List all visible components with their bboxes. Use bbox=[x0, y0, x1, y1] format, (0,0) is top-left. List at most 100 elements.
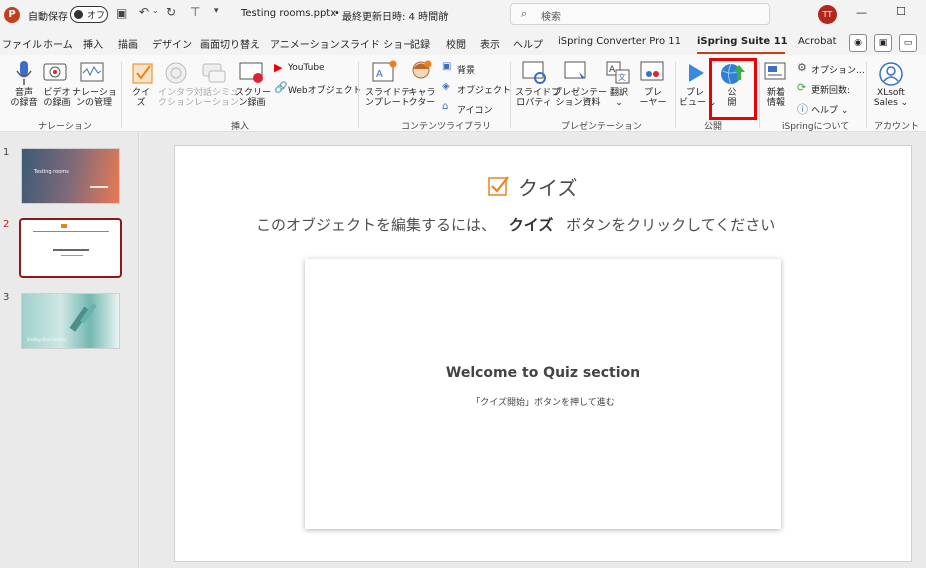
youtube-icon: ▶ bbox=[274, 61, 283, 74]
present-icon[interactable]: ⊤ bbox=[190, 5, 200, 19]
label-line: ズ bbox=[136, 98, 146, 108]
presentation-resources-button[interactable]: プレゼンテー ション資料 bbox=[553, 88, 607, 108]
save-icon[interactable]: ▣ bbox=[116, 6, 127, 20]
label-line: ンの管理 bbox=[75, 98, 112, 108]
group-divider bbox=[121, 62, 122, 128]
screen-record-button[interactable]: スクリー ン録画 bbox=[235, 88, 271, 108]
autosave-toggle[interactable]: オフ bbox=[70, 6, 108, 23]
label-line: ンプレート bbox=[365, 98, 410, 108]
slide-template-icon: A bbox=[372, 60, 397, 82]
slide-thumbnail-2-selected[interactable] bbox=[19, 218, 122, 278]
tab-animations[interactable]: アニメーション bbox=[270, 36, 340, 51]
tab-ispring-converter[interactable]: iSpring Converter Pro 11 bbox=[558, 36, 681, 47]
preview-button[interactable]: プレ ビュー ⌄ bbox=[679, 88, 716, 108]
title-separator: • bbox=[334, 8, 340, 19]
teams-share-icon[interactable]: ▣ bbox=[874, 34, 892, 52]
label-line: ビデオ bbox=[43, 88, 71, 98]
manage-narration-button[interactable]: ナレーショ ンの管理 bbox=[72, 88, 117, 108]
label-line: キャラ bbox=[408, 88, 436, 98]
search-box[interactable]: ⌕ 検索 bbox=[510, 3, 770, 25]
slide-number: 2 bbox=[3, 219, 10, 230]
label-line: 翻訳 bbox=[609, 88, 628, 98]
group-label-insert: 挿入 bbox=[231, 122, 250, 132]
player-button[interactable]: プレ ーヤー bbox=[638, 88, 668, 108]
instruction-after: ボタンをクリックしてください bbox=[566, 216, 776, 234]
group-label-presentation: プレゼンテーション bbox=[561, 122, 642, 132]
objects-icon: ◈ bbox=[442, 81, 450, 92]
background-button[interactable]: 背景 bbox=[457, 63, 475, 76]
undo-icon[interactable]: ↶ bbox=[139, 5, 149, 19]
thumbnail-quiz-icon bbox=[61, 224, 67, 228]
tab-view[interactable]: 表示 bbox=[480, 36, 500, 51]
tab-acrobat[interactable]: Acrobat bbox=[798, 36, 837, 47]
chevron-down-icon[interactable]: ⌄ bbox=[442, 8, 450, 19]
redo-icon[interactable]: ↻ bbox=[166, 5, 176, 19]
group-label-narration: ナレーション bbox=[38, 122, 92, 132]
comments-icon[interactable]: ▭ bbox=[899, 34, 917, 52]
account-button[interactable]: XLsoft Sales ⌄ bbox=[871, 88, 911, 108]
customize-toolbar-icon[interactable]: ▾ bbox=[214, 6, 219, 16]
interaction-button[interactable]: インタラ クション bbox=[158, 88, 194, 108]
thumbnail-text-line bbox=[61, 255, 83, 256]
thumbnail-text-line bbox=[90, 186, 108, 188]
label-line: クイ bbox=[131, 88, 150, 98]
narration-manager-icon bbox=[80, 62, 104, 82]
tab-home[interactable]: ホーム bbox=[43, 36, 73, 51]
options-button[interactable]: オプション… bbox=[811, 63, 865, 76]
label-line: XLsoft bbox=[877, 88, 905, 98]
tab-ispring-suite[interactable]: iSpring Suite 11 bbox=[697, 36, 788, 47]
quiz-card-subtitle: 「クイズ開始」ボタンを押して進む bbox=[471, 398, 615, 408]
slide-thumbnail-3[interactable]: Ending Quiz section bbox=[21, 293, 120, 349]
label-line: スライドテ bbox=[365, 88, 411, 98]
label-line: クター bbox=[408, 98, 436, 108]
last-saved-status[interactable]: 最終更新日時: 4 時間前 bbox=[342, 8, 448, 23]
screen-record-icon bbox=[239, 62, 263, 83]
microphone-icon bbox=[16, 61, 32, 85]
label-line: 新着 bbox=[766, 88, 785, 98]
group-label-account: アカウント bbox=[874, 122, 920, 132]
translate-button[interactable]: 翻訳 ⌄ bbox=[604, 88, 634, 108]
tab-file[interactable]: ファイル bbox=[2, 36, 42, 51]
dialog-simulation-button[interactable]: 対話シミュ レーション bbox=[194, 88, 239, 108]
record-icon[interactable]: ◉ bbox=[849, 34, 867, 52]
update-icon: ⟳ bbox=[797, 81, 807, 94]
label-line: プレ bbox=[643, 88, 662, 98]
publish-highlight-box bbox=[709, 58, 757, 120]
slide-template-button[interactable]: スライドテ ンプレート bbox=[365, 88, 411, 108]
tab-draw[interactable]: 描画 bbox=[118, 36, 138, 51]
svg-text:A: A bbox=[376, 69, 383, 80]
record-video-button[interactable]: ビデオ の録画 bbox=[38, 88, 76, 108]
instruction-quiz-bold: クイズ bbox=[508, 216, 554, 234]
web-object-button[interactable]: Webオブジェクト bbox=[288, 83, 362, 96]
tab-record[interactable]: 記録 bbox=[410, 36, 430, 51]
quiz-icon bbox=[132, 63, 153, 84]
tab-help[interactable]: ヘルプ bbox=[513, 36, 543, 51]
help-button[interactable]: ヘルプ ⌄ bbox=[811, 103, 848, 116]
objects-button[interactable]: オブジェクト bbox=[457, 83, 511, 96]
youtube-button[interactable]: YouTube bbox=[288, 63, 325, 73]
quiz-placeholder-card[interactable]: Welcome to Quiz section 「クイズ開始」ボタンを押して進む bbox=[305, 259, 781, 529]
label-line: スライドプ bbox=[515, 88, 561, 98]
undo-dropdown-icon[interactable]: ⌄ bbox=[152, 6, 159, 15]
minimize-icon[interactable]: — bbox=[856, 6, 867, 19]
tab-insert[interactable]: 挿入 bbox=[83, 36, 103, 51]
slide-properties-button[interactable]: スライドプ ロパティ bbox=[515, 88, 561, 108]
avatar[interactable]: TT bbox=[818, 5, 837, 24]
tab-design[interactable]: デザイン bbox=[152, 36, 192, 51]
search-placeholder: 検索 bbox=[541, 12, 561, 23]
help-icon: ⓘ bbox=[797, 103, 808, 116]
character-button[interactable]: キャラ クター bbox=[407, 88, 437, 108]
icons-button[interactable]: アイコン bbox=[457, 103, 493, 116]
webcam-icon bbox=[43, 63, 67, 81]
slide-properties-icon bbox=[522, 61, 546, 84]
tab-review[interactable]: 校閲 bbox=[446, 36, 466, 51]
whats-new-button[interactable]: 新着 情報 bbox=[762, 88, 790, 108]
maximize-icon[interactable]: ☐ bbox=[896, 5, 906, 18]
tab-transitions[interactable]: 画面切り替え bbox=[200, 36, 260, 51]
slide-thumbnail-1[interactable]: Testing rooms bbox=[21, 148, 120, 204]
update-count-button[interactable]: 更新回数: bbox=[811, 83, 850, 96]
tab-slideshow[interactable]: スライド ショー bbox=[340, 36, 413, 51]
label-line: ン録画 bbox=[238, 98, 266, 108]
quiz-button[interactable]: クイ ズ bbox=[126, 88, 156, 108]
thumbnail-text-line bbox=[53, 249, 89, 251]
